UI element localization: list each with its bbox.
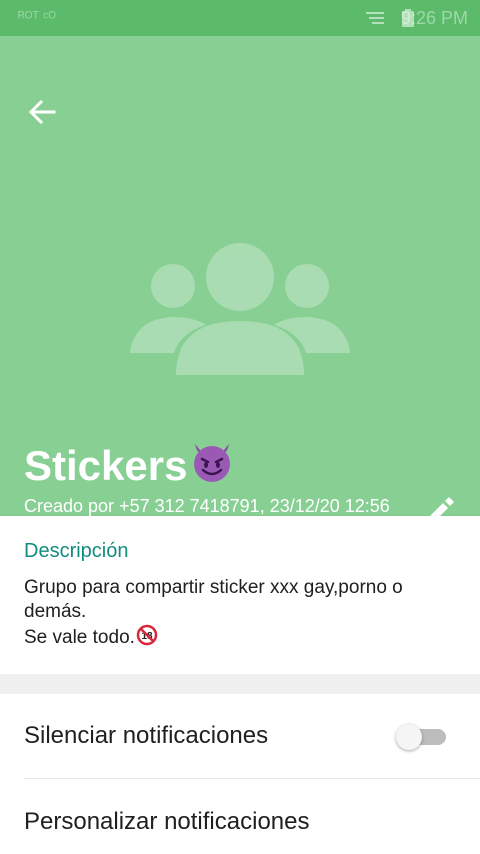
- mute-notifications-label: Silenciar notificaciones: [24, 722, 269, 749]
- carrier-text: ᴿᴼᵀ ᶜᴼ: [18, 9, 57, 26]
- description-line: Grupo para compartir sticker xxx gay,por…: [24, 577, 403, 622]
- notification-icon: [366, 10, 386, 31]
- group-header: Stickers Creado por +57 312 7418791, 23/…: [0, 36, 480, 540]
- group-name: Stickers: [24, 442, 188, 489]
- smiling-devil-emoji-icon: [189, 438, 235, 494]
- status-time: 9:26 PM: [400, 8, 468, 28]
- mute-notifications-toggle[interactable]: [396, 724, 446, 750]
- row-divider: [24, 778, 480, 779]
- description-line-text: Se vale todo.: [24, 627, 135, 648]
- toggle-thumb: [396, 724, 422, 750]
- description-line: Se vale todo.18: [24, 624, 454, 653]
- status-bar: ᴿᴼᵀ ᶜᴼ 9:26 PM: [0, 0, 480, 36]
- no-under-eighteen-emoji-icon: 18: [136, 624, 158, 653]
- group-avatar-icon: [128, 241, 352, 386]
- back-arrow-icon: [28, 99, 56, 130]
- custom-notifications-label: Personalizar notificaciones: [24, 808, 310, 835]
- section-divider: [0, 674, 480, 694]
- description-title: Descripción: [24, 540, 129, 562]
- notification-settings: Silenciar notificaciones Personalizar no…: [0, 694, 480, 854]
- description-section[interactable]: Descripción Grupo para compartir sticker…: [0, 516, 480, 674]
- description-text: Grupo para compartir sticker xxx gay,por…: [24, 576, 454, 653]
- group-title: Stickers: [24, 438, 235, 494]
- custom-notifications-row[interactable]: Personalizar notificaciones: [0, 780, 480, 854]
- back-button[interactable]: [22, 98, 62, 130]
- mute-notifications-row[interactable]: Silenciar notificaciones: [0, 694, 480, 779]
